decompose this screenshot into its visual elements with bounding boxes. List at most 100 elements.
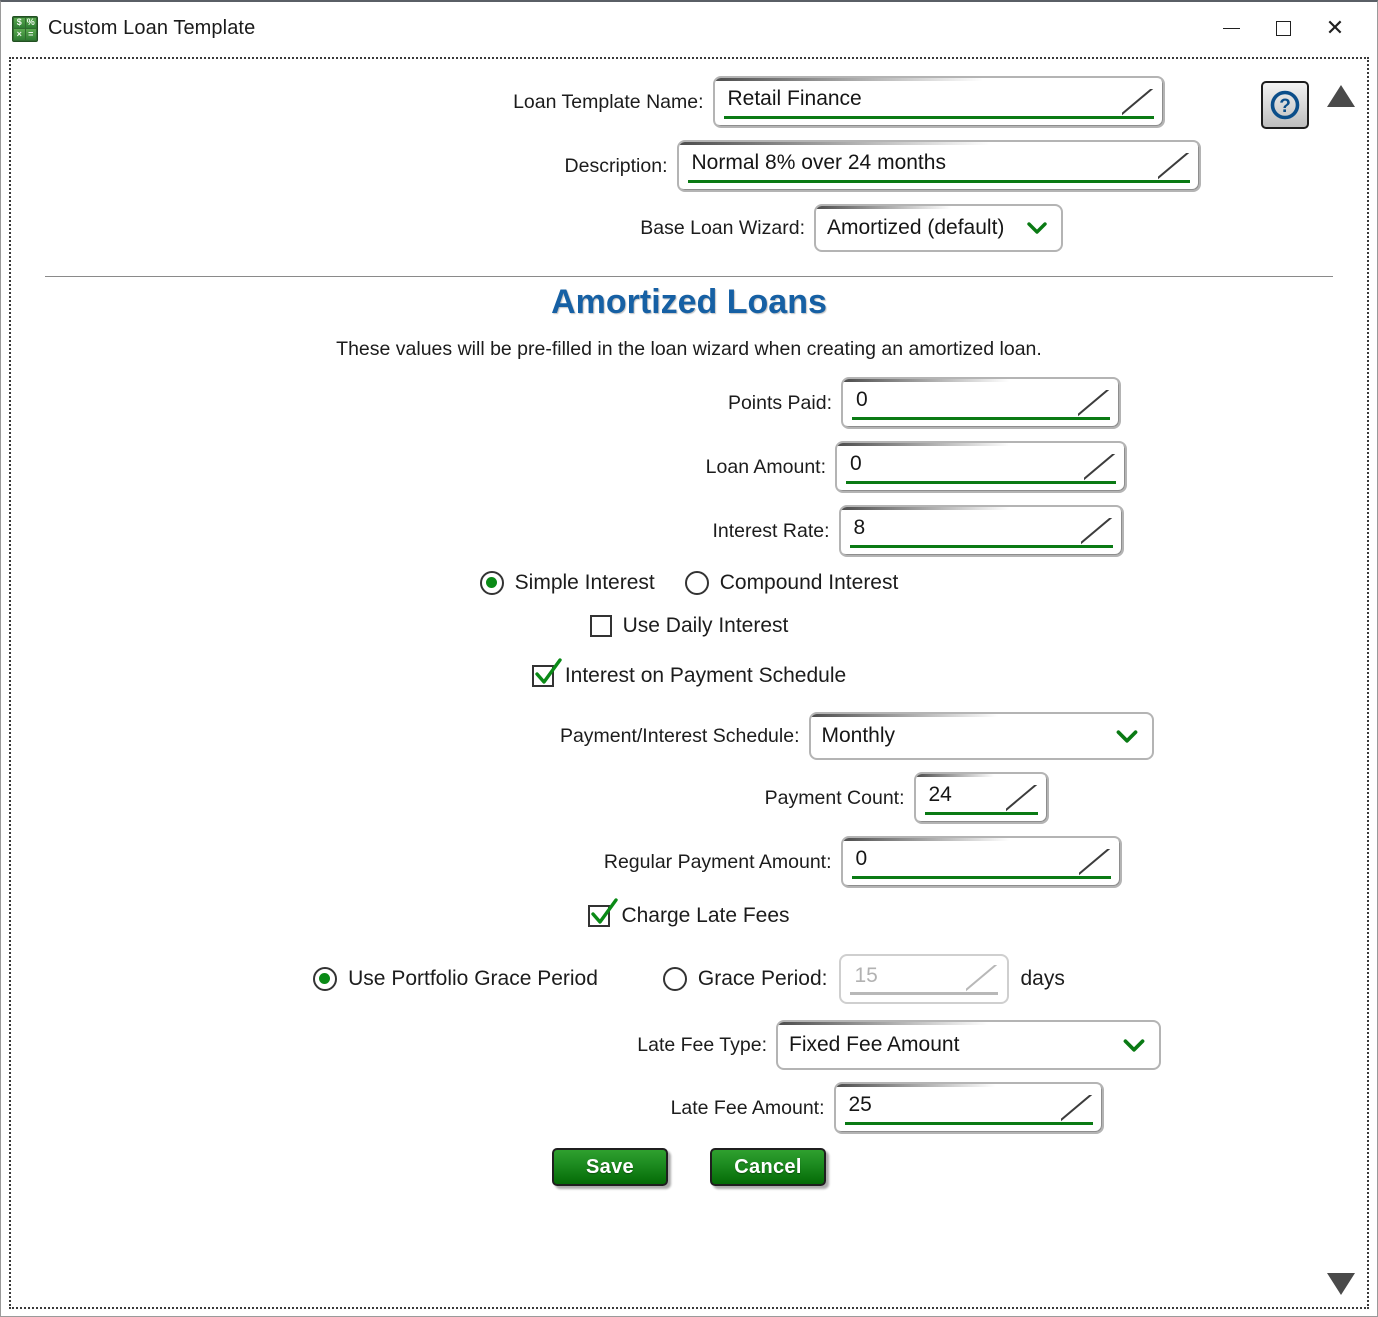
checkbox-use-daily-interest-label: Use Daily Interest xyxy=(622,614,789,637)
base-loan-wizard-value: Amortized (default) xyxy=(827,216,1005,239)
input-underline xyxy=(844,1122,1093,1125)
minimize-icon xyxy=(1222,27,1240,30)
save-button[interactable]: Save xyxy=(552,1148,668,1186)
loan-template-name-input[interactable]: Retail Finance xyxy=(712,76,1165,128)
late-fee-amount-input[interactable]: 25 xyxy=(833,1082,1104,1134)
loan-amount-label: Loan Amount: xyxy=(705,455,826,478)
row-interest-rate: Interest Rate: 8 xyxy=(11,505,1367,557)
close-button[interactable]: ✕ xyxy=(1309,2,1361,55)
base-loan-wizard-select[interactable]: Amortized (default) xyxy=(814,204,1063,252)
description-label: Description: xyxy=(564,154,668,177)
icon-glyph-dollar: $ xyxy=(14,17,25,28)
points-paid-input[interactable]: 0 xyxy=(841,377,1121,429)
icon-glyph-times: × xyxy=(14,29,25,40)
payment-schedule-select[interactable]: Monthly xyxy=(808,712,1154,760)
payment-count-input[interactable]: 24 xyxy=(913,772,1049,824)
points-paid-value: 0 xyxy=(856,388,868,411)
input-resize-tick-icon xyxy=(1006,785,1040,815)
window-controls: ✕ xyxy=(1205,2,1377,55)
input-resize-tick-icon xyxy=(1061,1095,1095,1125)
input-underline xyxy=(687,180,1190,183)
row-points-paid: Points Paid: 0 xyxy=(11,377,1367,429)
maximize-button[interactable] xyxy=(1257,2,1309,55)
description-value: Normal 8% over 24 months xyxy=(691,151,946,174)
checkbox-interest-on-payment-schedule[interactable]: Interest on Payment Schedule xyxy=(531,658,847,688)
regular-payment-amount-input[interactable]: 0 xyxy=(840,836,1122,888)
checkbox-charge-late-fees-icon xyxy=(588,898,619,927)
row-late-fee-type: Late Fee Type: Fixed Fee Amount xyxy=(11,1020,1367,1070)
regular-payment-amount-label: Regular Payment Amount: xyxy=(603,850,832,873)
radio-compound-interest[interactable]: Compound Interest xyxy=(684,571,899,595)
loan-amount-input[interactable]: 0 xyxy=(835,441,1127,493)
calculator-icon: $ % × = xyxy=(12,15,38,42)
form-area: Loan Template Name: Retail Finance Descr… xyxy=(11,59,1367,1186)
input-resize-tick-icon xyxy=(1081,518,1115,548)
section-subtitle: These values will be pre-filled in the l… xyxy=(336,338,1042,360)
late-fee-amount-label: Late Fee Amount: xyxy=(670,1096,825,1119)
grace-period-unit-label: days xyxy=(1020,967,1065,990)
loan-template-name-value: Retail Finance xyxy=(727,87,862,110)
radio-simple-interest-label: Simple Interest xyxy=(514,571,655,594)
late-fee-amount-value: 25 xyxy=(848,1093,872,1116)
checkbox-interest-on-payment-schedule-icon xyxy=(531,658,562,687)
row-loan-template-name: Loan Template Name: Retail Finance xyxy=(11,76,1367,128)
row-regular-payment-amount: Regular Payment Amount: 0 xyxy=(11,836,1367,888)
close-icon: ✕ xyxy=(1325,15,1345,41)
radio-compound-interest-icon xyxy=(684,571,709,595)
radio-compound-interest-label: Compound Interest xyxy=(719,571,899,594)
late-fee-type-select[interactable]: Fixed Fee Amount xyxy=(776,1020,1161,1070)
input-underline xyxy=(852,417,1110,420)
radio-use-portfolio-grace-period[interactable]: Use Portfolio Grace Period xyxy=(313,967,598,991)
row-interest-type: Simple Interest Compound Interest xyxy=(11,571,1367,595)
icon-glyph-percent: % xyxy=(25,17,36,28)
maximize-icon xyxy=(1275,21,1291,36)
input-resize-tick-icon xyxy=(1084,454,1118,484)
checkbox-use-daily-interest-icon xyxy=(589,615,612,637)
row-charge-late-fees: Charge Late Fees xyxy=(11,898,1367,928)
radio-simple-interest-icon xyxy=(479,571,504,595)
grace-period-value: 15 xyxy=(854,964,878,987)
points-paid-label: Points Paid: xyxy=(727,391,832,414)
input-resize-tick-icon xyxy=(1078,390,1112,420)
checkbox-charge-late-fees[interactable]: Charge Late Fees xyxy=(588,898,790,928)
input-underline xyxy=(846,481,1116,484)
payment-schedule-label: Payment/Interest Schedule: xyxy=(559,724,800,747)
input-resize-tick-icon xyxy=(1079,849,1113,879)
dialog-button-row: Save Cancel xyxy=(11,1134,1367,1186)
cancel-button[interactable]: Cancel xyxy=(710,1148,826,1186)
custom-loan-template-window: $ % × = Custom Loan Template ✕ ? Loan Te… xyxy=(0,0,1378,1317)
scroll-down-arrow-icon[interactable] xyxy=(1327,1273,1355,1295)
minimize-button[interactable] xyxy=(1205,2,1257,55)
scrollable-content-panel[interactable]: ? Loan Template Name: Retail Finance Des… xyxy=(9,57,1369,1309)
input-underline xyxy=(723,116,1154,119)
chevron-down-icon xyxy=(1116,729,1137,743)
interest-rate-input[interactable]: 8 xyxy=(838,505,1124,557)
radio-simple-interest[interactable]: Simple Interest xyxy=(479,571,655,595)
late-fee-type-label: Late Fee Type: xyxy=(637,1033,767,1056)
chevron-down-icon xyxy=(1027,222,1047,234)
window-titlebar: $ % × = Custom Loan Template ✕ xyxy=(1,2,1377,55)
row-interest-on-payment-schedule: Interest on Payment Schedule xyxy=(11,658,1367,688)
payment-schedule-value: Monthly xyxy=(821,724,896,747)
base-loan-wizard-label: Base Loan Wizard: xyxy=(640,216,805,239)
grace-period-input[interactable]: 15 xyxy=(839,954,1010,1004)
regular-payment-amount-value: 0 xyxy=(855,847,868,870)
row-payment-schedule: Payment/Interest Schedule: Monthly xyxy=(11,712,1367,760)
section-title: Amortized Loans xyxy=(551,283,827,321)
description-input[interactable]: Normal 8% over 24 months xyxy=(676,140,1201,192)
checkbox-charge-late-fees-label: Charge Late Fees xyxy=(621,904,790,927)
row-payment-count: Payment Count: 24 xyxy=(11,772,1367,824)
checkbox-interest-on-payment-schedule-label: Interest on Payment Schedule xyxy=(564,664,847,687)
interest-rate-value: 8 xyxy=(853,516,866,539)
chevron-down-icon xyxy=(1123,1038,1145,1052)
row-late-fee-amount: Late Fee Amount: 25 xyxy=(11,1082,1367,1134)
loan-template-name-label: Loan Template Name: xyxy=(513,90,704,113)
radio-custom-grace-period-label: Grace Period: xyxy=(697,967,828,990)
late-fee-type-value: Fixed Fee Amount xyxy=(789,1033,960,1056)
icon-glyph-equals: = xyxy=(25,29,36,40)
input-underline xyxy=(849,545,1113,548)
checkbox-use-daily-interest[interactable]: Use Daily Interest xyxy=(589,614,789,638)
row-loan-amount: Loan Amount: 0 xyxy=(11,441,1367,493)
radio-use-portfolio-grace-period-icon xyxy=(313,967,338,991)
radio-custom-grace-period[interactable]: Grace Period: xyxy=(662,967,828,991)
